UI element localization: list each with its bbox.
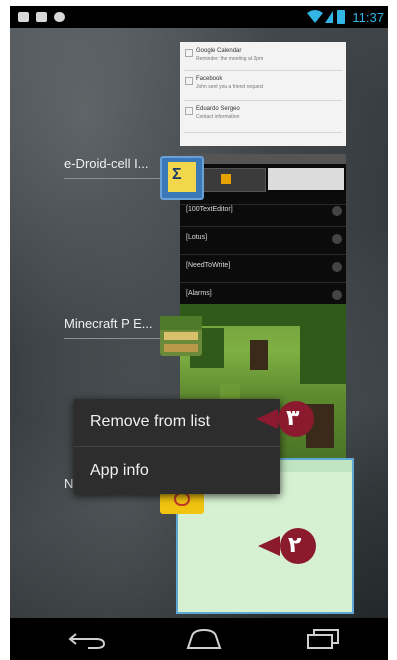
notification-snippet: John sent you a friend request xyxy=(196,84,264,90)
checkbox-icon xyxy=(185,107,193,115)
notification-icon xyxy=(36,12,47,22)
notification-snippet: Reminder: the meeting at 2pm xyxy=(196,56,264,62)
wifi-signal-icon xyxy=(307,10,333,23)
back-icon[interactable] xyxy=(68,628,108,650)
menu-item-label: App info xyxy=(90,462,149,479)
battery-icon xyxy=(337,10,345,24)
checkbox-icon xyxy=(185,49,193,57)
e-droid-icon: Σ xyxy=(160,156,204,200)
notification-item: Google Calendar Reminder: the meeting at… xyxy=(184,46,342,71)
notification-item: Facebook John sent you a friend request xyxy=(184,74,342,101)
home-icon[interactable] xyxy=(184,628,224,650)
add-icon xyxy=(332,262,342,272)
add-icon xyxy=(332,234,342,244)
app-label-e-droid: e-Droid-cell I... xyxy=(64,156,149,171)
notification-item: Eduardo Sergeo Contact information xyxy=(184,104,342,133)
notification-snippet: Contact information xyxy=(196,114,240,120)
notification-title: Facebook xyxy=(196,76,223,82)
list-item: [NeedToWrite] xyxy=(186,262,231,269)
app-info-item[interactable]: App info xyxy=(74,448,280,494)
add-icon xyxy=(332,206,342,216)
list-item: [Lotus] xyxy=(186,234,208,241)
callout-number: ٢ xyxy=(288,533,302,558)
list-item: [100TextEditor] xyxy=(186,206,233,213)
minecraft-icon xyxy=(160,316,202,356)
navigation-bar xyxy=(10,618,388,660)
list-item: [Alarms] xyxy=(186,290,212,297)
gamepad-icon xyxy=(54,12,65,22)
menu-item-label: Remove from list xyxy=(90,413,211,430)
context-menu: Remove from list App info xyxy=(74,399,280,494)
remove-from-list-item[interactable]: Remove from list xyxy=(74,399,280,445)
app-label-notes: N xyxy=(64,476,74,491)
add-icon xyxy=(332,290,342,300)
notification-icon xyxy=(18,12,29,22)
checkbox-icon xyxy=(185,77,193,85)
status-bar: 11:37 xyxy=(10,6,388,28)
recent-app-card-e-droid[interactable]: [100TextEditor] [Lotus] [NeedToWrite] [A… xyxy=(180,154,346,304)
app-label-minecraft: Minecraft P E... xyxy=(64,316,153,331)
clock: 11:37 xyxy=(352,10,384,25)
phone-screen: 11:37 Google Calendar Reminder: the meet… xyxy=(10,6,388,660)
recent-apps-icon[interactable] xyxy=(304,628,344,650)
callout-number: ٣ xyxy=(286,406,300,431)
card-header xyxy=(180,154,346,164)
notification-title: Google Calendar xyxy=(196,48,242,54)
notification-title: Eduardo Sergeo xyxy=(196,106,240,112)
toolbar-button xyxy=(268,168,344,190)
recent-app-card-gmail[interactable]: Google Calendar Reminder: the meeting at… xyxy=(180,42,346,146)
